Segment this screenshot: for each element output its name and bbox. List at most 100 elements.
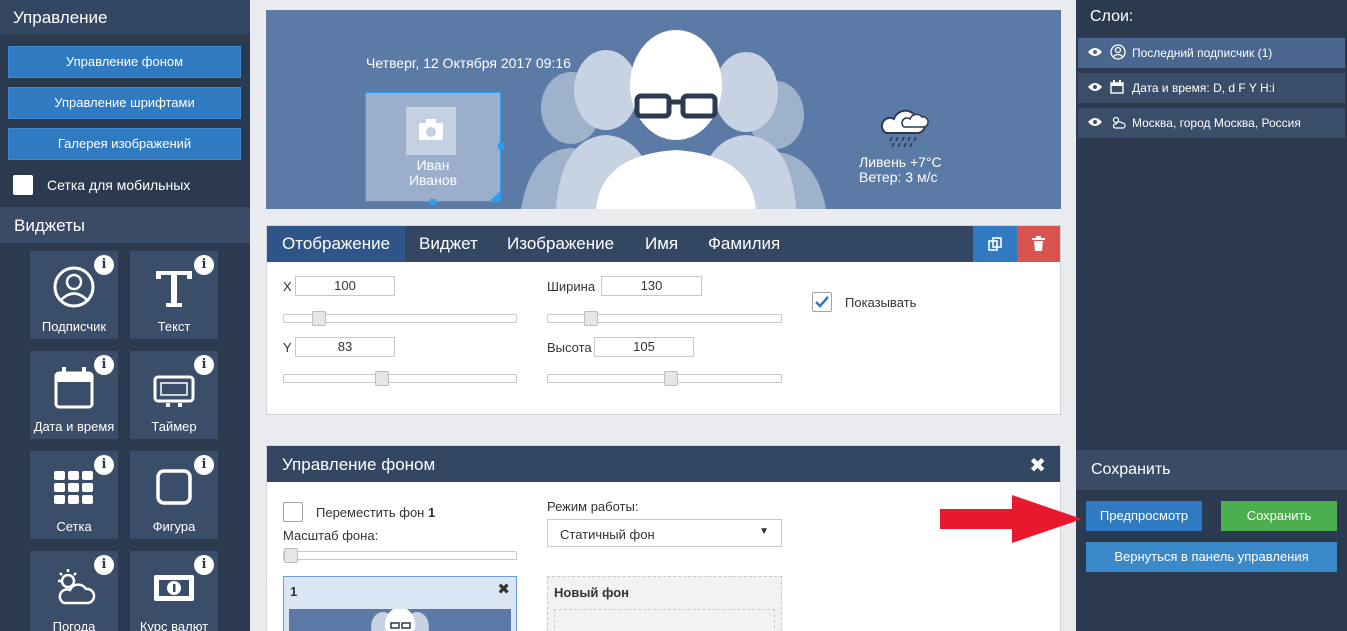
widget-currency[interactable]: i Курс валют <box>130 551 218 631</box>
widget-grid[interactable]: i Сетка <box>30 451 118 539</box>
widget-label: Текст <box>157 319 191 334</box>
width-input[interactable]: 130 <box>601 276 702 296</box>
tab-display[interactable]: Отображение <box>267 226 406 262</box>
y-label: Y <box>283 340 292 355</box>
slider-knob[interactable] <box>312 311 326 326</box>
tab-last-name[interactable]: Фамилия <box>693 226 795 262</box>
widget-subscriber[interactable]: i Подписчик <box>30 251 118 339</box>
grid-icon <box>54 471 93 504</box>
thumbnail-preview <box>289 609 511 631</box>
mobile-grid-toggle[interactable]: Сетка для мобильных <box>13 175 190 195</box>
weather-icon <box>58 569 96 605</box>
tab-first-name[interactable]: Имя <box>630 226 693 262</box>
widget-settings-panel: Отображение Виджет Изображение Имя Фамил… <box>266 225 1061 415</box>
weather-temp: Ливень +7°C <box>859 154 942 170</box>
image-gallery-button[interactable]: Галерея изображений <box>8 128 241 160</box>
tab-widget[interactable]: Виджет <box>404 226 493 262</box>
slider-knob[interactable] <box>284 548 298 563</box>
widget-label: Подписчик <box>41 319 107 334</box>
avatar-name: Иван Иванов <box>366 158 500 188</box>
font-management-button[interactable]: Управление шрифтами <box>8 87 241 119</box>
weather-wind: Ветер: 3 м/с <box>859 169 938 185</box>
upload-area[interactable] <box>554 609 775 631</box>
layer-item-date-time[interactable]: Дата и время: D, d F Y H:i <box>1078 73 1345 103</box>
widget-date-time[interactable]: i Дата и время <box>30 351 118 439</box>
widget-timer[interactable]: i Таймер <box>130 351 218 439</box>
y-input[interactable]: 83 <box>295 337 395 357</box>
calendar-icon <box>54 367 94 409</box>
background-management-button[interactable]: Управление фоном <box>8 46 241 78</box>
save-button[interactable]: Сохранить <box>1221 501 1337 531</box>
widget-shape[interactable]: i Фигура <box>130 451 218 539</box>
eye-icon[interactable] <box>1088 116 1102 130</box>
background-panel-title: Управление фоном <box>282 455 436 474</box>
layer-item-subscriber[interactable]: Последний подписчик (1) <box>1078 38 1345 68</box>
x-label: X <box>283 279 292 294</box>
user-circle-icon <box>1110 43 1126 63</box>
widget-label: Дата и время <box>33 419 115 434</box>
eye-icon[interactable] <box>1088 81 1102 95</box>
widget-weather[interactable]: i Погода <box>30 551 118 631</box>
rain-cloud-icon <box>880 109 929 148</box>
x-input[interactable]: 100 <box>295 276 395 296</box>
copy-button[interactable] <box>973 226 1017 262</box>
layer-item-weather[interactable]: Москва, город Москва, Россия <box>1078 108 1345 138</box>
delete-button[interactable] <box>1017 226 1060 262</box>
slider-knob[interactable] <box>584 311 598 326</box>
calendar-icon <box>1110 79 1124 97</box>
close-icon[interactable]: ✖ <box>497 580 510 598</box>
layer-label: Дата и время: D, d F Y H:i <box>1132 81 1275 95</box>
avatar-first-name: Иван <box>416 157 450 173</box>
tab-bar: Отображение Виджет Изображение Имя Фамил… <box>267 226 1060 262</box>
height-label: Высота <box>547 340 592 355</box>
info-icon[interactable]: i <box>194 455 214 475</box>
x-slider[interactable] <box>283 311 517 326</box>
height-input[interactable]: 105 <box>594 337 694 357</box>
resize-handle[interactable] <box>430 199 436 205</box>
info-icon[interactable]: i <box>194 355 214 375</box>
layer-label: Последний подписчик (1) <box>1132 46 1273 60</box>
tab-image[interactable]: Изображение <box>492 226 629 262</box>
info-icon[interactable]: i <box>194 555 214 575</box>
move-background-checkbox[interactable] <box>283 502 303 522</box>
new-background-dropzone[interactable]: Новый фон <box>547 576 782 631</box>
info-icon[interactable]: i <box>94 255 114 275</box>
resize-corner-icon[interactable] <box>490 191 500 201</box>
y-slider[interactable] <box>283 371 517 386</box>
mobile-grid-label: Сетка для мобильных <box>47 177 191 193</box>
eye-icon[interactable] <box>1088 46 1102 60</box>
close-icon[interactable]: ✖ <box>1029 453 1046 478</box>
layers-header: Слои: <box>1090 8 1134 25</box>
info-icon[interactable]: i <box>194 255 214 275</box>
red-arrow-icon <box>940 495 1082 543</box>
info-icon[interactable]: i <box>94 555 114 575</box>
width-label: Ширина <box>547 279 596 294</box>
text-icon <box>156 271 192 307</box>
mode-select[interactable]: Статичный фон ▼ <box>547 519 782 547</box>
weather-icon <box>1110 115 1126 132</box>
show-checkbox[interactable] <box>812 292 832 312</box>
height-slider[interactable] <box>547 371 782 386</box>
currency-icon <box>154 575 194 601</box>
resize-handle[interactable] <box>498 143 504 149</box>
background-thumbnail[interactable]: 1 ✖ <box>283 576 517 631</box>
subscriber-avatar-widget[interactable]: Иван Иванов <box>365 92 504 205</box>
width-slider[interactable] <box>547 311 782 326</box>
crowd-image <box>371 609 429 631</box>
info-icon[interactable]: i <box>94 355 114 375</box>
preview-button[interactable]: Предпросмотр <box>1086 501 1202 531</box>
slider-knob[interactable] <box>664 371 678 386</box>
scale-slider[interactable] <box>283 548 517 563</box>
back-to-dashboard-button[interactable]: Вернуться в панель управления <box>1086 542 1337 572</box>
show-label: Показывать <box>845 295 917 310</box>
shape-icon <box>156 469 192 505</box>
slider-knob[interactable] <box>375 371 389 386</box>
mobile-grid-checkbox[interactable] <box>13 175 33 195</box>
widget-label: Таймер <box>151 419 197 434</box>
camera-icon <box>406 107 456 155</box>
widgets-header: Виджеты <box>0 207 250 243</box>
mode-label: Режим работы: <box>547 499 639 514</box>
thumbnail-number: 1 <box>290 584 298 599</box>
info-icon[interactable]: i <box>94 455 114 475</box>
widget-text[interactable]: i Текст <box>130 251 218 339</box>
